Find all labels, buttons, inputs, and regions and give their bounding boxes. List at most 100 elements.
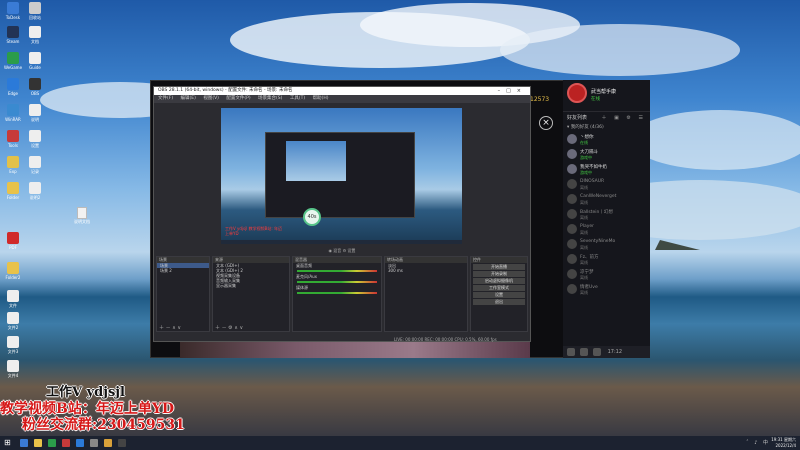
avatar: [567, 239, 577, 249]
menu-profile[interactable]: 配置文件(P): [226, 96, 250, 101]
obs-window: OBS 28.1.1 (64-bit, windows) - 配置文件: 未命名…: [153, 86, 531, 342]
desktop-icon[interactable]: WeGame: [2, 52, 24, 80]
avatar: [567, 179, 577, 189]
friend-row[interactable]: 凉宁梦 离线: [563, 267, 650, 282]
dock-footer[interactable]: ＋ － ∧ ∨: [157, 325, 209, 331]
desktop-file[interactable]: 说明文档: [72, 207, 92, 231]
friend-group-header[interactable]: ▾ 我的好友 (4/36): [563, 124, 650, 132]
toolbar-icons[interactable]: ＋ ▣ ⚙ ☰: [602, 112, 646, 124]
desktop-icon[interactable]: PDF: [2, 232, 24, 260]
taskbar-app-icon[interactable]: [48, 439, 56, 447]
friend-row[interactable]: Ballstein丨幻想 离线: [563, 207, 650, 222]
menu-edit[interactable]: 编辑(E): [181, 96, 196, 101]
browser-icon[interactable]: [76, 439, 84, 447]
settings-button[interactable]: 设置: [473, 292, 525, 298]
desktop-icon[interactable]: Folder: [2, 182, 24, 210]
file-icon: [29, 130, 41, 142]
tab-friends[interactable]: 好友列表: [567, 115, 587, 121]
obs-preview[interactable]: 40s 工作V ydjsjl 教学视频B站: 年迈上单YD: [221, 108, 462, 244]
start-recording-button[interactable]: 开始录制: [473, 271, 525, 277]
friend-row[interactable]: DINOSAUR 离线: [563, 177, 650, 192]
app-icon: [29, 78, 41, 90]
friend-row[interactable]: 丶想你 在线: [563, 132, 650, 147]
avatar: [567, 284, 577, 294]
controls-dock: 控件 开始直播 开始录制 启动虚拟摄像机 工作室模式 设置 退出: [470, 256, 528, 332]
taskbar: ⊞ ˆ ♪ 中 19:31 星期六 2022/12/4: [0, 436, 800, 450]
virtual-camera-button[interactable]: 启动虚拟摄像机: [473, 278, 525, 284]
system-tray[interactable]: ˆ ♪ 中: [746, 439, 770, 446]
friend-row[interactable]: SeventyNineMo 离线: [563, 237, 650, 252]
transitions-dock: 转场动画 淡出 300 ms: [384, 256, 468, 332]
sources-dock: 来源 文本 (GDI+) 文本 (GDI+) 2 视频采集设备 音频输入采集 显…: [212, 256, 290, 332]
menu-file[interactable]: 文件(F): [158, 96, 173, 101]
menu-view[interactable]: 视图(V): [203, 96, 219, 101]
desktop-icons: ToDesk 回收站 Steam 文档 WeGame Guide Edge OB…: [0, 0, 48, 390]
desktop-icon[interactable]: 设置: [24, 130, 46, 158]
scene-item[interactable]: 场景 2: [157, 268, 209, 273]
source-item[interactable]: 显示器采集: [213, 283, 289, 288]
folder-icon: [7, 262, 19, 274]
start-streaming-button[interactable]: 开始直播: [473, 264, 525, 270]
desktop-icon[interactable]: Tools: [2, 130, 24, 158]
menu-tools[interactable]: 工具(T): [290, 96, 305, 101]
desktop-icon[interactable]: Exp: [2, 156, 24, 184]
clock[interactable]: 19:31 星期六 2022/12/4: [771, 437, 796, 449]
mixer-channel: 媒体源: [296, 285, 308, 290]
taskbar-app-icon[interactable]: [104, 439, 112, 447]
desktop-icon[interactable]: Steam: [2, 26, 24, 54]
app-icon: [7, 2, 19, 14]
menu-scene-collection[interactable]: 场景集合(S): [258, 96, 282, 101]
volume-meter[interactable]: [297, 270, 377, 272]
dock-row: 场景 场景 场景 2 ＋ － ∧ ∨ 来源 文本 (GDI+) 文本 (GDI+…: [154, 256, 530, 343]
zoom-badge: 40s: [303, 208, 321, 226]
menu-help[interactable]: 帮助(H): [313, 96, 329, 101]
friend-row[interactable]: 情者Uve 离线: [563, 282, 650, 297]
heart-icon[interactable]: [567, 347, 575, 356]
avatar[interactable]: [567, 83, 587, 103]
desktop-icon[interactable]: WinRAR: [2, 104, 24, 132]
windows-start-icon[interactable]: ⊞: [4, 439, 12, 447]
desktop-icon[interactable]: OBS: [24, 78, 46, 106]
app-icon: [7, 26, 19, 38]
pdf-icon: [7, 232, 19, 244]
taskbar-app-icon[interactable]: [62, 439, 70, 447]
user-status[interactable]: 在线: [591, 96, 600, 102]
desktop-icon[interactable]: Edge: [2, 78, 24, 106]
mic-icon[interactable]: [593, 347, 601, 356]
desktop-icon[interactable]: Folder2: [2, 262, 24, 290]
desktop-icon[interactable]: 记录: [24, 156, 46, 184]
friend-row[interactable]: Player 离线: [563, 222, 650, 237]
desktop-icon[interactable]: 文档: [24, 26, 46, 54]
file-icon: [7, 312, 19, 324]
taskbar-app-icon[interactable]: [20, 439, 28, 447]
chat-icon[interactable]: [580, 347, 588, 356]
app-icon: [7, 52, 19, 64]
taskbar-app-icon[interactable]: [90, 439, 98, 447]
app-icon: [7, 130, 19, 142]
desktop-icon[interactable]: Guide: [24, 52, 46, 80]
preview-controls[interactable]: ◉ 混音 ⚙ 设置: [154, 248, 530, 254]
app-icon: [7, 156, 19, 168]
preview-text: 工作V ydjsjl 教学视频B站: 年迈上单YD: [225, 226, 282, 236]
close-icon[interactable]: ×: [539, 116, 553, 130]
obs-taskbar-icon[interactable]: [118, 439, 126, 447]
volume-meter[interactable]: [297, 292, 377, 294]
friend-row[interactable]: Fz、前方 离线: [563, 252, 650, 267]
friend-row[interactable]: 大刀隔斗 游戏中: [563, 147, 650, 162]
desktop-icon[interactable]: 说明: [24, 104, 46, 132]
studio-mode-button[interactable]: 工作室模式: [473, 285, 525, 291]
desktop-icon[interactable]: 文件4: [2, 360, 24, 388]
duration-field[interactable]: 300 ms: [385, 268, 467, 273]
volume-meter[interactable]: [297, 281, 377, 283]
avatar: [567, 149, 577, 159]
nested-preview: [286, 141, 346, 181]
mixer-channel: 桌面音频: [296, 263, 312, 268]
dock-footer[interactable]: ＋ － ⚙ ∧ ∨: [213, 325, 289, 331]
friend-row[interactable]: 我哭不如牛奶 游戏中: [563, 162, 650, 177]
desktop-icon[interactable]: 说明2: [24, 182, 46, 210]
folder-icon[interactable]: [34, 439, 42, 447]
avatar: [567, 269, 577, 279]
window-controls[interactable]: –□×: [498, 87, 527, 95]
exit-button[interactable]: 退出: [473, 299, 525, 305]
friend-row[interactable]: CanWeNeverget 离线: [563, 192, 650, 207]
